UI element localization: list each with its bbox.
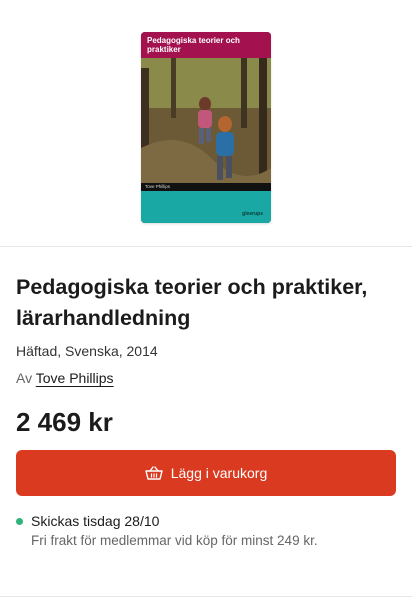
product-format: Häftad, Svenska, 2014 [16,343,158,359]
author-link[interactable]: Tove Phillips [36,370,114,386]
cover-publisher-logo: gleerups [242,211,263,217]
add-to-cart-button[interactable]: Lägg i varukorg [16,450,396,496]
author-line: Av Tove Phillips [16,370,114,386]
cover-bottom-band: gleerups [141,191,271,223]
section-divider [0,246,412,247]
author-prefix: Av [16,370,33,386]
bottom-divider [0,596,412,597]
cover-author: Tove Phillips [141,183,271,191]
product-title: Pedagogiska teorier och praktiker, lärar… [16,275,368,330]
in-stock-dot-icon [16,518,23,525]
product-image-area: Pedagogiska teorier och praktiker Tove P… [0,0,412,246]
cover-title-band: Pedagogiska teorier och praktiker [141,32,271,58]
cover-title: Pedagogiska teorier och praktiker [147,36,240,54]
product-price: 2 469 kr [16,407,113,437]
book-cover[interactable]: Pedagogiska teorier och praktiker Tove P… [141,32,271,223]
add-to-cart-label: Lägg i varukorg [170,465,268,481]
basket-icon [145,466,163,480]
free-shipping-note: Fri frakt för medlemmar vid köp för mins… [31,533,318,548]
delivery-date: Skickas tisdag 28/10 [31,513,160,529]
